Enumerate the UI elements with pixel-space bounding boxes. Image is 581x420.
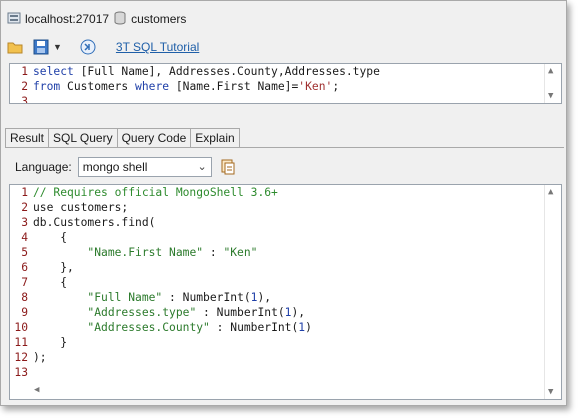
code-line: 2 from Customers where [Name.First Name]=… — [21, 80, 340, 93]
scroll-down-icon[interactable]: ▼ — [548, 91, 553, 101]
code-line: 1 select [Full Name], Addresses.County,Ad… — [21, 65, 380, 78]
database-label: customers — [131, 12, 187, 26]
copy-icon — [221, 159, 235, 175]
sql-scrollbar[interactable]: ▲ ▼ — [544, 64, 561, 103]
language-label: Language: — [15, 160, 72, 174]
tab-result[interactable]: Result — [5, 128, 50, 148]
server-icon — [7, 11, 21, 28]
language-row: Language: mongo shell ⌄ — [15, 156, 236, 178]
caret-down-icon: ▼ — [53, 42, 62, 52]
copy-code-button[interactable] — [220, 158, 236, 176]
language-select[interactable]: mongo shell ⌄ — [77, 157, 212, 177]
code-line: 13 — [14, 366, 28, 379]
code-line: 5 "Name.First Name" : "Ken" — [21, 246, 258, 259]
sql-editor[interactable]: 1 select [Full Name], Addresses.County,Ad… — [9, 63, 562, 104]
query-code-editor[interactable]: 1// Requires official MongoShell 3.6+ 2u… — [9, 184, 562, 400]
code-line: 8 "Full Name" : NumberInt(1), — [21, 291, 272, 304]
code-line: 6 }, — [21, 261, 74, 274]
chevron-down-icon: ⌄ — [197, 161, 207, 173]
tab-divider — [5, 147, 564, 148]
save-button[interactable] — [33, 37, 49, 57]
code-line: 9 "Addresses.type" : NumberInt(1), — [21, 306, 306, 319]
tab-query-code[interactable]: Query Code — [116, 128, 192, 148]
code-line: 3 — [21, 95, 28, 104]
folder-icon — [7, 42, 23, 54]
code-line: 11 } — [14, 336, 68, 349]
language-value: mongo shell — [82, 160, 148, 174]
scroll-up-icon[interactable]: ▲ — [548, 66, 553, 76]
execute-icon — [80, 39, 96, 55]
code-line: 4 { — [21, 231, 68, 244]
server-label: localhost:27017 — [25, 12, 110, 26]
execute-button[interactable] — [80, 37, 96, 57]
code-line: 7 { — [21, 276, 68, 289]
save-dropdown[interactable]: ▼ — [53, 37, 62, 57]
horizontal-scrollbar[interactable]: ◀ — [10, 384, 545, 399]
code-scrollbar[interactable]: ▲ ▼ — [544, 185, 561, 399]
code-line: 2 use customers; — [21, 201, 129, 214]
query-window: localhost:27017 customers ▼ 3T SQL Tutor… — [0, 0, 567, 406]
code-line: 1// Requires official MongoShell 3.6+ — [21, 186, 278, 199]
open-file-button[interactable] — [7, 37, 23, 57]
tab-explain[interactable]: Explain — [190, 128, 240, 148]
scroll-down-icon[interactable]: ▼ — [548, 387, 553, 397]
tab-bar: Result SQL Query Query Code Explain — [5, 128, 240, 148]
scroll-left-icon[interactable]: ◀ — [34, 385, 39, 395]
code-line: 3 db.Customers.find( — [21, 216, 156, 229]
save-icon — [33, 39, 49, 55]
tab-sql-query[interactable]: SQL Query — [48, 128, 118, 148]
code-line: 10 "Addresses.County" : NumberInt(1) — [14, 321, 312, 334]
connection-breadcrumb: localhost:27017 customers — [7, 9, 186, 29]
code-line: 12); — [14, 351, 47, 364]
toolbar: ▼ 3T SQL Tutorial — [7, 36, 199, 58]
sql-tutorial-link[interactable]: 3T SQL Tutorial — [116, 40, 199, 54]
database-icon — [113, 11, 127, 28]
scroll-up-icon[interactable]: ▲ — [548, 187, 553, 197]
